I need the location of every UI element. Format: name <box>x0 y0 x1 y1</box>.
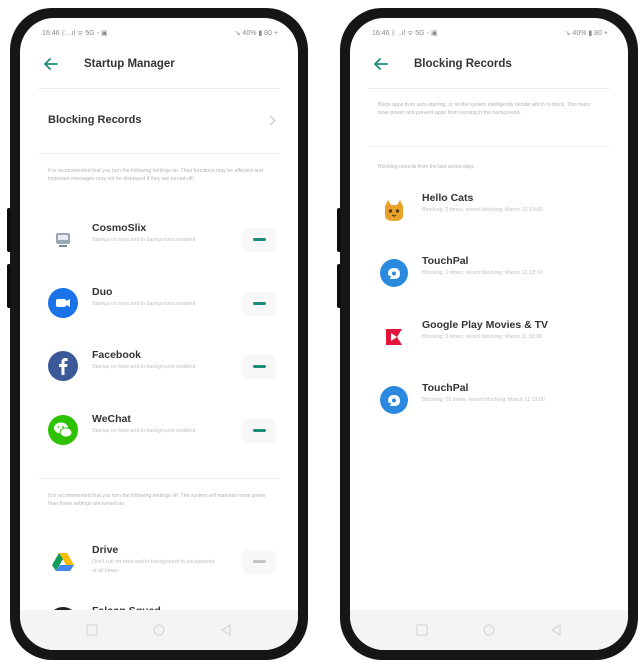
touchpal-icon <box>380 386 408 414</box>
app-status: Startup on boot and in background enable… <box>92 301 196 307</box>
facebook-icon <box>48 351 78 381</box>
startup-toggle[interactable] <box>242 228 276 252</box>
page-title: Blocking Records <box>414 58 512 70</box>
recommendation-note: It is recommended that you turn the foll… <box>48 493 266 507</box>
list-item-record[interactable]: Hello Cats Blocking: 2 times, recent blo… <box>350 190 628 250</box>
blocking-records-label: Blocking Records <box>48 114 142 126</box>
recents-icon[interactable] <box>416 624 428 636</box>
home-icon[interactable] <box>153 624 165 636</box>
navigation-bar <box>20 610 298 650</box>
divider <box>38 478 280 479</box>
list-item-record[interactable]: Google Play Movies & TV Blocking: 3 time… <box>350 317 628 377</box>
list-item-cosmoslix: CosmoSlix Startup on boot and in backgro… <box>20 220 298 276</box>
back-arrow-icon[interactable] <box>374 58 388 70</box>
app-name: Facebook <box>92 349 142 361</box>
app-name: Google Play Movies & TV <box>422 319 549 331</box>
drive-icon <box>48 546 78 576</box>
startup-toggle[interactable] <box>242 292 276 316</box>
app-name: CosmoSlix <box>92 222 147 234</box>
startup-toggle[interactable] <box>242 550 276 574</box>
touchpal-icon <box>380 259 408 287</box>
status-right: ↘ 40% ▮ 80 + <box>234 30 278 37</box>
startup-toggle[interactable] <box>242 419 276 443</box>
app-name: TouchPal <box>422 382 469 394</box>
block-info: Blocking: 10 times, recent blocking: Mar… <box>422 397 546 403</box>
play-movies-icon <box>380 323 408 351</box>
startup-manager-screen: 16:46 ᛒ ..ıl ᯤ 5G ◦ ▣ ↘ 40% ▮ 80 + Start… <box>20 18 298 650</box>
divider <box>38 153 280 154</box>
list-item-drive: Drive Don't run on boot and in backgroun… <box>20 542 298 598</box>
duo-icon <box>48 288 78 318</box>
status-bar: 16:46 ᛒ ..ıl ᯤ 5G ◦ ▣ ↘ 40% ▮ 80 + <box>20 18 298 40</box>
status-bar: 16:46 ᛒ ..ıl ᯤ 5G ◦ ▣ ↘ 40% ▮ 80 + <box>350 18 628 40</box>
back-arrow-icon[interactable] <box>44 58 58 70</box>
wechat-icon <box>48 415 78 445</box>
app-name: Drive <box>92 544 119 556</box>
volume-button <box>7 208 11 252</box>
app-name: TouchPal <box>422 255 469 267</box>
status-left: 16:46 ᛒ ..ıl ᯤ 5G ◦ ▣ <box>42 30 108 37</box>
app-name: Hello Cats <box>422 192 474 204</box>
startup-toggle[interactable] <box>242 355 276 379</box>
block-info: Blocking: 3 times, recent blocking: Marc… <box>422 334 543 340</box>
app-status: Startup on boot and in background enable… <box>92 428 196 434</box>
status-left: 16:46 ᛒ ..ıl ᯤ 5G ◦ ▣ <box>372 30 438 37</box>
page-title: Startup Manager <box>84 58 175 70</box>
blocking-records-screen: 16:46 ᛒ ..ıl ᯤ 5G ◦ ▣ ↘ 40% ▮ 80 + Block… <box>350 18 628 650</box>
list-item-duo: Duo Startup on boot and in background en… <box>20 284 298 340</box>
home-icon[interactable] <box>483 624 495 636</box>
list-item-facebook: Facebook Startup on boot and in backgrou… <box>20 347 298 403</box>
app-bar: Startup Manager <box>20 52 298 82</box>
blocking-description: Block apps from auto-starting, or let th… <box>378 102 591 116</box>
phone-left: 16:46 ᛒ ..ıl ᯤ 5G ◦ ▣ ↘ 40% ▮ 80 + Start… <box>7 8 308 660</box>
back-triangle-icon[interactable] <box>220 624 232 636</box>
volume-button <box>337 264 341 308</box>
divider <box>38 88 280 89</box>
divider <box>368 88 610 89</box>
volume-button <box>337 208 341 252</box>
app-status: Startup on boot and in background enable… <box>92 364 196 370</box>
navigation-bar <box>350 610 628 650</box>
app-bar: Blocking Records <box>350 52 628 82</box>
divider <box>368 146 610 147</box>
block-info: Blocking: 2 times, recent blocking: Marc… <box>422 207 543 213</box>
cat-icon <box>380 196 408 224</box>
back-triangle-icon[interactable] <box>550 624 562 636</box>
recommendation-note: It is recommended that you turn the foll… <box>48 168 263 182</box>
cosmoslix-icon <box>48 224 78 254</box>
section-label: Blocking records from the last seven day… <box>378 164 475 170</box>
phone-right: 16:46 ᛒ ..ıl ᯤ 5G ◦ ▣ ↘ 40% ▮ 80 + Block… <box>337 8 638 660</box>
list-item-record[interactable]: TouchPal Blocking: 10 times, recent bloc… <box>350 380 628 440</box>
status-right: ↘ 40% ▮ 80 + <box>564 30 608 37</box>
chevron-right-icon <box>265 115 276 126</box>
app-name: Duo <box>92 286 113 298</box>
app-status: Startup on boot and in background enable… <box>92 237 196 243</box>
list-item-wechat: WeChat Startup on boot and in background… <box>20 411 298 467</box>
volume-button <box>7 264 11 308</box>
recents-icon[interactable] <box>86 624 98 636</box>
app-status: Don't run on boot and in background in b… <box>92 559 215 574</box>
app-name: WeChat <box>92 413 131 425</box>
list-item-record[interactable]: TouchPal Blocking: 1 times, recent block… <box>350 253 628 313</box>
block-info: Blocking: 1 times, recent blocking: Marc… <box>422 270 543 276</box>
